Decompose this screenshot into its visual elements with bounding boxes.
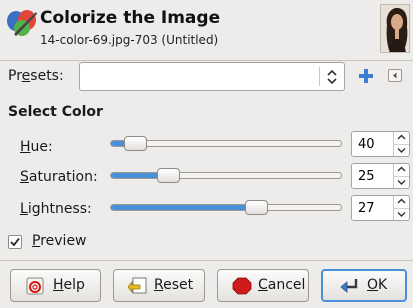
- lightness-value-input[interactable]: [356, 199, 388, 217]
- triangle-left-icon: [393, 72, 397, 79]
- hue-decrement-button[interactable]: [393, 144, 409, 156]
- saturation-increment-button[interactable]: [393, 164, 409, 176]
- help-icon: [26, 277, 44, 295]
- ok-button[interactable]: OK: [321, 269, 407, 302]
- saturation-slider[interactable]: [110, 172, 342, 179]
- lightness-decrement-button[interactable]: [393, 208, 409, 220]
- lightness-increment-button[interactable]: [393, 196, 409, 208]
- image-thumbnail: [380, 4, 410, 53]
- cancel-button[interactable]: Cancel: [217, 269, 309, 302]
- preview-checkbox[interactable]: [8, 235, 22, 249]
- add-preset-icon[interactable]: [357, 67, 375, 85]
- updown-arrows-icon[interactable]: [324, 67, 340, 87]
- saturation-value-input[interactable]: [356, 167, 388, 185]
- dialog-subtitle: 14-color-69.jpg-703 (Untitled): [40, 33, 219, 47]
- saturation-label: Saturation:: [20, 169, 98, 185]
- lightness-slider-handle[interactable]: [244, 200, 268, 215]
- reset-button[interactable]: Reset: [113, 269, 205, 302]
- chevron-down-icon: [397, 148, 406, 153]
- ok-button-label: OK: [367, 277, 388, 293]
- chevron-down-icon: [397, 180, 406, 185]
- checkmark-icon: [10, 237, 20, 247]
- hue-value-input[interactable]: [356, 135, 388, 153]
- chevron-up-icon: [397, 198, 406, 204]
- chevron-up-icon: [397, 166, 406, 172]
- presets-combobox[interactable]: [79, 62, 345, 91]
- dialog-title: Colorize the Image: [40, 8, 221, 28]
- saturation-spinbutton[interactable]: [351, 163, 410, 189]
- presets-menu-button[interactable]: [388, 69, 402, 82]
- buttons-separator: [0, 260, 413, 261]
- hue-increment-button[interactable]: [393, 132, 409, 144]
- lightness-label: Lightness:: [20, 201, 92, 217]
- presets-label: Presets:: [8, 68, 64, 84]
- reset-icon: [128, 277, 147, 294]
- help-button[interactable]: Help: [10, 269, 101, 302]
- combo-separator: [319, 67, 320, 86]
- hue-label: Hue:: [20, 139, 53, 155]
- header-separator: [0, 60, 413, 61]
- chevron-up-icon: [397, 134, 406, 140]
- preview-label[interactable]: Preview: [32, 233, 87, 249]
- lightness-slider[interactable]: [110, 204, 342, 211]
- presets-input[interactable]: [83, 65, 315, 88]
- help-button-label: Help: [53, 277, 85, 293]
- hue-spinbutton[interactable]: [351, 131, 410, 157]
- saturation-slider-handle[interactable]: [156, 168, 180, 183]
- select-color-heading: Select Color: [8, 104, 103, 120]
- cancel-icon: [232, 277, 252, 295]
- lightness-spinbutton[interactable]: [351, 195, 410, 221]
- chevron-down-icon: [397, 212, 406, 217]
- dialog-header: Colorize the Image 14-color-69.jpg-703 (…: [0, 0, 413, 60]
- lightness-slider-fill: [111, 205, 256, 210]
- colorize-tool-icon: [7, 10, 37, 36]
- hue-slider-handle[interactable]: [124, 136, 148, 151]
- cancel-button-label: Cancel: [258, 277, 306, 293]
- saturation-decrement-button[interactable]: [393, 176, 409, 188]
- reset-button-label: Reset: [154, 277, 194, 293]
- ok-icon: [340, 279, 358, 293]
